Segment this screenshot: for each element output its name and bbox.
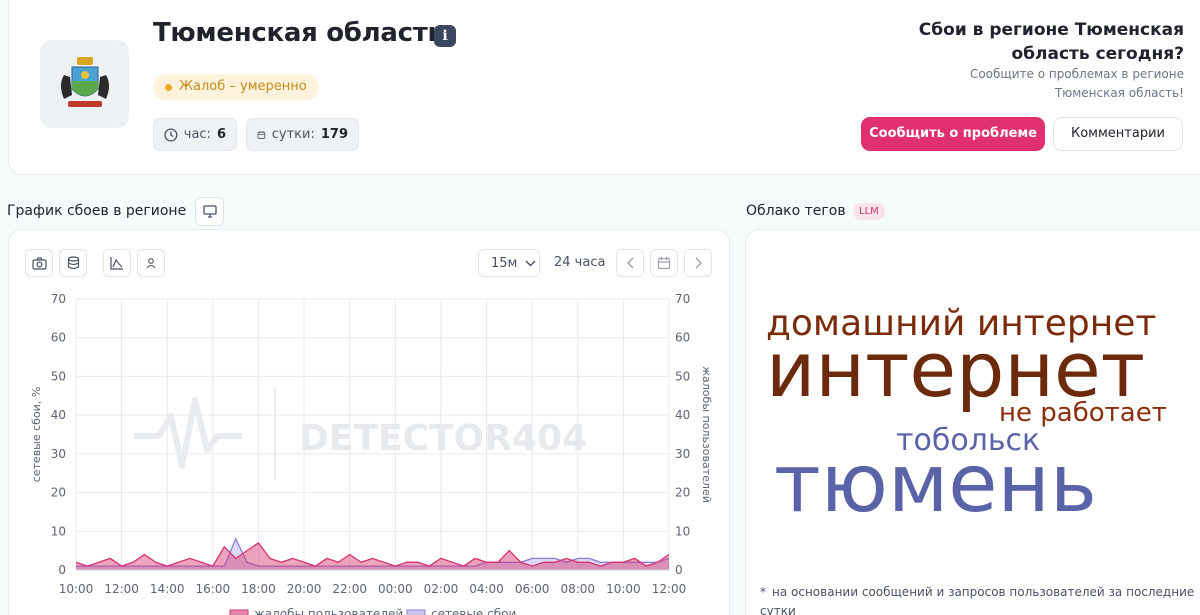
cloud-footnote-text: на основании сообщений и запросов пользо… (760, 585, 1195, 615)
chart-section-title: График сбоев в регионе (7, 203, 187, 219)
region-coat-of-arms (40, 40, 129, 128)
coat-of-arms-icon (60, 57, 109, 107)
y-tick-label-right: 60 (675, 331, 690, 345)
tag-word[interactable]: интернет (766, 332, 1145, 408)
x-tick-label: 04:00 (469, 582, 504, 596)
stat-hour-label: час: (183, 127, 211, 142)
y-tick-label-right: 40 (675, 408, 690, 422)
asterisk: * (760, 585, 766, 599)
stat-hour: час: 6 (153, 118, 237, 151)
tag-word[interactable]: тюмень (774, 444, 1097, 524)
watermark-pulse-icon (134, 397, 242, 469)
y-tick-label-left: 50 (51, 369, 66, 383)
y-axis-label-right: жалобы пользователей (700, 366, 713, 503)
complaints-status-badge: Жалоб – умеренно (153, 74, 319, 100)
region-title: Тюменская область (153, 18, 444, 48)
calendar-icon (257, 130, 266, 139)
x-tick-label: 20:00 (287, 582, 322, 596)
chart-card: 15м 24 часа 0 0 10 10 20 20 30 30 40 40 50 50 60 60 70… (8, 229, 730, 615)
outage-question-title: Сбои в регионе Тюменская область сегодня… (918, 20, 1184, 64)
y-tick-label-left: 40 (51, 408, 66, 422)
x-tick-label: 00:00 (378, 582, 413, 596)
x-tick-label: 10:00 (59, 582, 94, 596)
cloud-footnote: * на основании сообщений и запросов польз… (760, 583, 1200, 615)
y-tick-label-left: 60 (51, 331, 66, 345)
legend-swatch-outages (406, 609, 426, 615)
stat-hour-value: 6 (216, 127, 226, 142)
x-tick-label: 02:00 (424, 582, 459, 596)
y-tick-label-right: 30 (675, 447, 690, 461)
x-tick-label: 18:00 (241, 582, 276, 596)
y-tick-label-right: 10 (675, 524, 690, 538)
x-tick-label: 12:00 (104, 582, 139, 596)
y-tick-label-right: 20 (675, 486, 690, 500)
outage-question-subtitle: Сообщите о проблемах в регионе Тюменская… (969, 67, 1184, 100)
y-tick-label-left: 70 (51, 292, 66, 306)
outage-chart: 0 0 10 10 20 20 30 30 40 40 50 50 60 60 70 70 10:00 12:00… (30, 292, 713, 615)
legend-swatch-complaints (229, 609, 249, 615)
legend-label-complaints: жалобы пользователей (254, 607, 403, 615)
y-tick-label-left: 20 (51, 486, 66, 500)
cloud-section-title: Облако тегов (746, 203, 846, 219)
status-dot-icon (165, 84, 172, 91)
x-tick-label: 22:00 (332, 582, 367, 596)
x-tick-label: 08:00 (560, 582, 595, 596)
y-axis-label-left: сетевые сбои, % (30, 387, 43, 483)
x-tick-label: 12:00 (652, 582, 687, 596)
y-tick-label-right: 50 (675, 369, 690, 383)
y-tick-label-left: 10 (51, 524, 66, 538)
watermark-text: DETECTOR404 (299, 418, 587, 459)
stat-day-value: 179 (320, 127, 348, 142)
chart-fullscreen-button[interactable] (195, 197, 224, 226)
status-badge-label: Жалоб – умеренно (179, 79, 307, 94)
monitor-icon (202, 205, 217, 218)
legend-label-outages: сетевые сбои (431, 607, 516, 615)
comments-button[interactable]: Комментарии (1053, 117, 1183, 151)
tag-cloud-card: домашний интернет интернет не работает т… (745, 229, 1200, 615)
llm-badge: LLM (853, 203, 885, 220)
stat-day-label: сутки: (271, 127, 315, 142)
x-tick-label: 14:00 (150, 582, 185, 596)
y-tick-label-right: 70 (675, 292, 690, 306)
stat-day: сутки: 179 (246, 118, 359, 151)
info-icon[interactable]: i (434, 25, 456, 47)
x-tick-label: 16:00 (196, 582, 231, 596)
x-tick-label: 06:00 (515, 582, 550, 596)
y-tick-label-right: 0 (675, 563, 683, 577)
x-tick-label: 10:00 (606, 582, 641, 596)
clock-icon (164, 127, 178, 142)
report-problem-button[interactable]: Сообщить о проблеме (861, 117, 1045, 151)
y-tick-label-left: 30 (51, 447, 66, 461)
y-tick-label-left: 0 (58, 563, 66, 577)
